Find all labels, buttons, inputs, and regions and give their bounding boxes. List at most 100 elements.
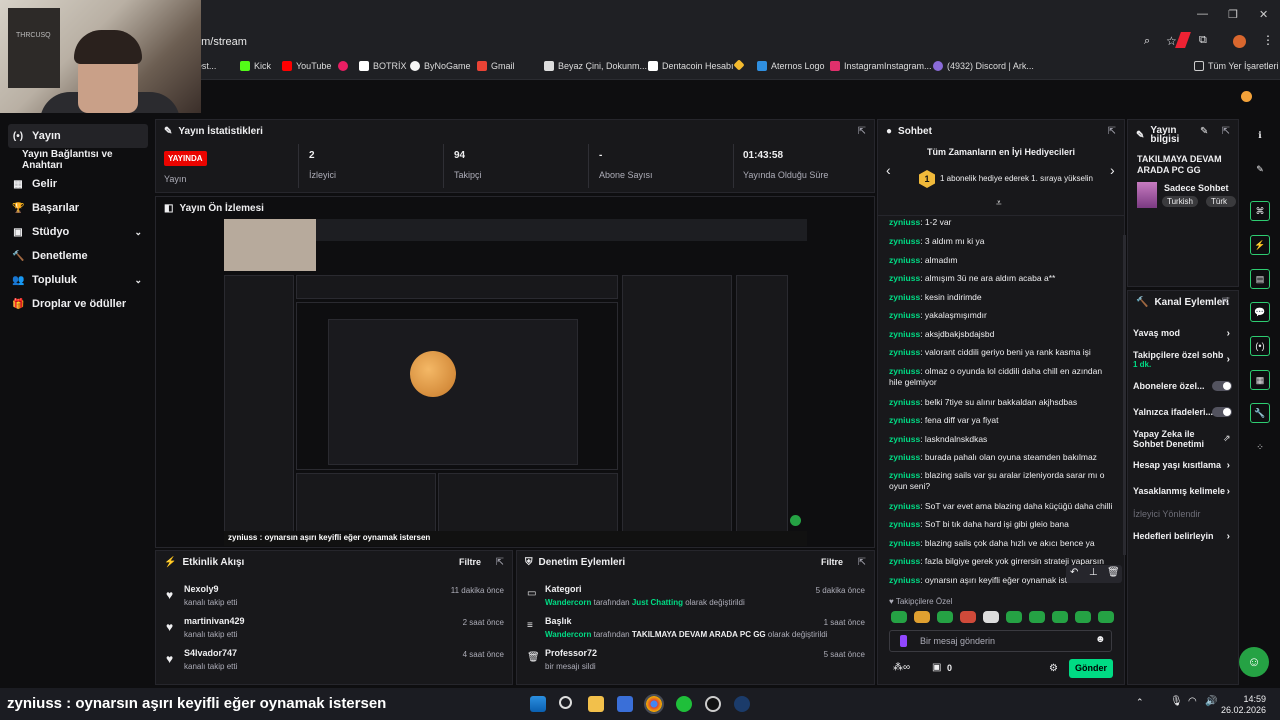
send-button[interactable]: Gönder [1069,659,1113,678]
chat-username[interactable]: zyniuss [889,255,920,265]
bookmark-bynogame[interactable]: ByNoGame [410,61,471,71]
nav-gelir[interactable]: ▦ Gelir [8,172,148,196]
chevron-up-icon[interactable]: ⌃ [1136,697,1144,708]
filter-button[interactable]: Filtre [821,557,843,567]
chat-username[interactable]: zyniuss [889,217,920,227]
zoom-icon[interactable]: ⌕ [1144,35,1150,48]
chat-message[interactable]: zyniuss: SoT bi tık daha hard işi gibi g… [889,519,1114,530]
chat-username[interactable]: zyniuss [889,273,920,283]
clip-icon[interactable]: ⌘ [1250,201,1270,221]
steam-icon[interactable] [734,696,750,712]
chat-message[interactable]: zyniuss: blazing sails var şu aralar izl… [889,470,1114,492]
chat-message[interactable]: zyniuss: fena diff var ya fiyat [889,415,1114,426]
bookmark-instagram[interactable]: InstagramInstagram... [830,61,932,71]
nav-achievements[interactable]: 🏆 Başarılar [8,196,148,220]
bookmark-dentacoin[interactable]: Dentacoin Hesabı [648,61,734,71]
emoji-icon[interactable]: ☻ [1095,634,1106,645]
emote-icon[interactable] [1029,611,1045,623]
bookmark-kick[interactable]: Kick [240,61,271,71]
windows-start-icon[interactable] [530,696,546,712]
search-icon[interactable] [559,696,572,709]
minimize-icon[interactable]: — [1197,8,1208,20]
chat-message[interactable]: zyniuss: SoT var evet ama blazing daha k… [889,501,1114,512]
subscribers-only-toggle[interactable] [1212,381,1232,391]
chevron-left-icon[interactable]: ‹ [886,162,891,178]
volume-icon[interactable]: 🔊 [1205,696,1217,707]
nav-community[interactable]: 👥 Topluluk ⌄ [8,268,148,292]
clock[interactable]: 14:59 26.02.2026 [1221,694,1266,716]
chat-message[interactable]: zyniuss: almadım [889,255,1114,266]
obs-icon[interactable] [705,696,721,712]
popout-icon[interactable]: ⇱ [858,126,866,137]
nav-moderation[interactable]: 🔨 Denetleme [8,244,148,268]
chat-message[interactable]: zyniuss: blazing sails çok daha hızlı ve… [889,538,1114,549]
wrench-icon[interactable]: 🔧 [1250,403,1270,423]
nav-drops[interactable]: 🎁 Droplar ve ödüller [8,292,148,316]
chat-username[interactable]: zyniuss [889,501,920,511]
settings-icon[interactable]: ⚙ [1049,663,1058,674]
edit-icon[interactable]: ✎ [1250,159,1270,179]
mod-user[interactable]: Wandercorn [545,598,591,607]
chat-message[interactable]: zyniuss: olmaz o oyunda lol ciddili daha… [889,366,1114,388]
emote-icon[interactable] [1006,611,1022,623]
chat-message[interactable]: zyniuss: yakalaşmışımdır [889,310,1114,321]
banned-words[interactable]: Yasaklanmış kelimele › [1133,486,1230,497]
slow-mode[interactable]: Yavaş mod › [1133,328,1230,339]
mod-user[interactable]: Wandercorn [545,630,591,639]
mic-icon[interactable]: 🎙 [1170,696,1183,707]
chat-message[interactable]: zyniuss: kesin indirimde [889,292,1114,303]
chat-message[interactable]: zyniuss: laskndalnskdkas [889,434,1114,445]
chat-scrollbar[interactable] [1123,235,1126,555]
profile-avatar[interactable] [1233,35,1246,48]
chat-username[interactable]: zyniuss [889,366,920,376]
stream-preview-video[interactable]: zyniuss : oynarsın aşırı keyifli eğer oy… [224,219,807,546]
emote-icon[interactable] [914,611,930,623]
popout-icon[interactable]: ⇱ [1222,297,1230,308]
chat-input[interactable]: Bir mesaj gönderin ☻ [889,630,1112,652]
emote-icon[interactable] [891,611,907,623]
chat-username[interactable]: zyniuss [889,575,920,585]
bookmark-gmail[interactable]: Gmail [477,61,515,71]
apps-icon[interactable]: ⁘ [1250,437,1270,457]
channel-points-icon[interactable]: ▣ [932,662,941,673]
chat-username[interactable]: zyniuss [889,519,920,529]
popout-icon[interactable]: ⇱ [496,557,504,568]
calendar-icon[interactable]: ▦ [1250,370,1270,390]
infinity-icon[interactable]: ⁂∞ [893,662,910,673]
trash-icon[interactable]: 🗑 [1107,567,1120,578]
chat-message[interactable]: zyniuss: 3 aldım mı ki ya [889,236,1114,247]
tag-chip[interactable]: Türk [1206,196,1236,207]
broadcast-icon[interactable]: (•) [1250,336,1270,356]
extension-icon[interactable] [1175,32,1191,48]
tag-chip[interactable]: Turkish [1162,196,1198,207]
info-icon[interactable]: ℹ [1250,125,1270,145]
help-fab[interactable]: ☺ [1239,647,1269,677]
edit-icon[interactable]: ✎ [1200,126,1208,137]
emote-icon[interactable] [960,611,976,623]
menu-icon[interactable]: ⋮ [1262,33,1274,47]
chat-username[interactable]: zyniuss [889,538,920,548]
user-avatar[interactable] [1241,91,1252,102]
chat-username[interactable]: zyniuss [889,347,920,357]
maximize-icon[interactable]: ❐ [1228,8,1238,21]
popout-icon[interactable]: ⇱ [1222,126,1230,137]
bookmark-youtube[interactable]: YouTube [282,61,331,71]
emote-icon[interactable] [983,611,999,623]
extensions-puzzle-icon[interactable]: ⧉ [1199,34,1207,47]
reply-icon[interactable]: ↶ [1070,567,1078,578]
chat-message[interactable]: zyniuss: aksjdbakjsbdajsbd [889,329,1114,340]
emote-icon[interactable] [937,611,953,623]
mod-item-title[interactable]: Professor72 [545,648,597,658]
ai-moderation[interactable]: Yapay Zeka ile Sohbet Denetimi [1133,429,1213,449]
pin-icon[interactable]: ⊥ [1089,567,1098,578]
account-age[interactable]: Hesap yaşı kısıtlama › [1133,460,1230,471]
close-icon[interactable]: ✕ [1259,8,1268,21]
chat-username[interactable]: zyniuss [889,310,920,320]
nav-studio[interactable]: ▣ Stüdyo ⌄ [8,220,148,244]
chrome-icon[interactable] [644,694,664,714]
activity-user[interactable]: Nexoly9 [184,584,219,594]
popout-icon[interactable]: ⇱ [858,557,866,568]
external-link-icon[interactable]: ⇗ [1223,433,1231,444]
bookmark-botrix[interactable]: BOTRİX [359,61,407,71]
chat-message[interactable]: zyniuss: valorant ciddili geriyo beni ya… [889,347,1114,358]
